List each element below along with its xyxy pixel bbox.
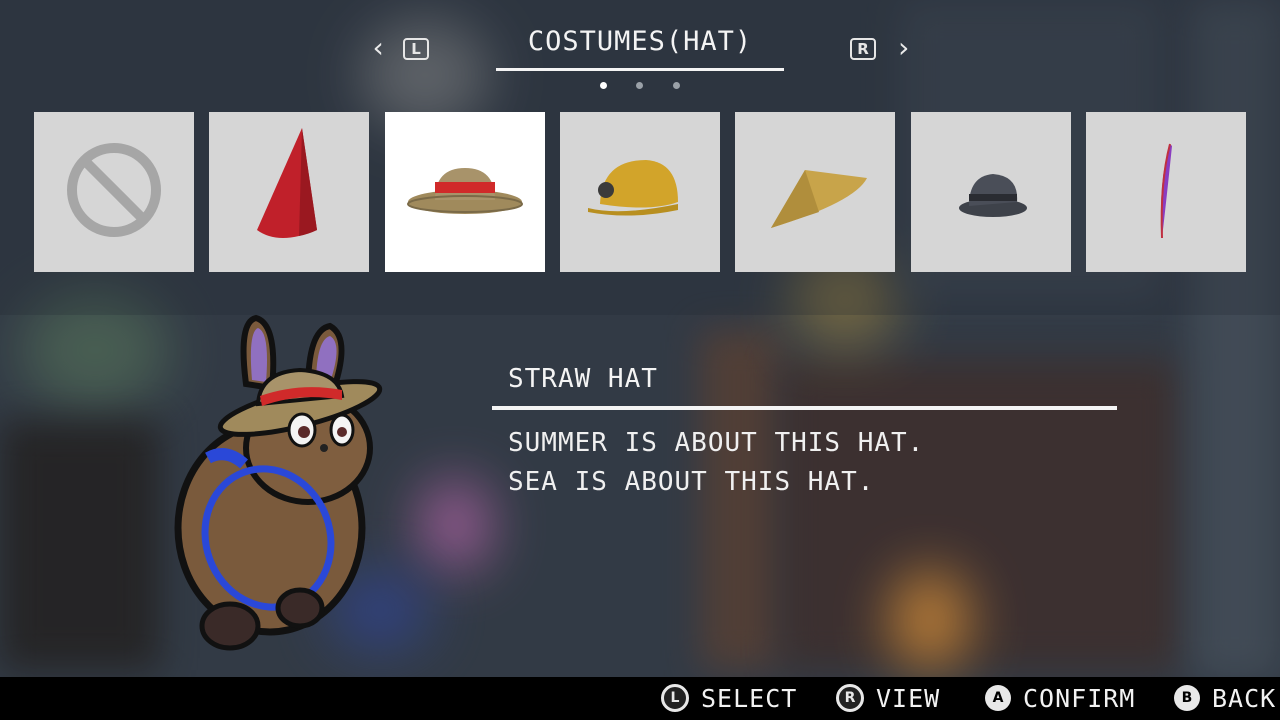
hint-confirm-label: CONFIRM bbox=[1023, 683, 1136, 713]
cone-hat-icon bbox=[257, 128, 317, 238]
mining-helmet-icon bbox=[588, 160, 678, 216]
item-none[interactable] bbox=[34, 112, 194, 272]
page-dot-1 bbox=[600, 82, 607, 89]
description-line-2: SEA IS ABOUT THIS HAT. bbox=[508, 467, 875, 497]
title-underline bbox=[496, 68, 784, 71]
item-feather[interactable] bbox=[1086, 112, 1246, 272]
l-button-icon: L bbox=[403, 38, 429, 60]
item-straw-hat[interactable] bbox=[385, 112, 545, 272]
hint-confirm[interactable]: A CONFIRM bbox=[985, 683, 1135, 713]
chevron-right-icon[interactable]: › bbox=[895, 34, 912, 62]
hint-view-label: VIEW bbox=[876, 683, 941, 713]
item-description: SUMMER IS ABOUT THIS HAT. SEA IS ABOUT T… bbox=[508, 424, 924, 502]
description-line-1: SUMMER IS ABOUT THIS HAT. bbox=[508, 428, 925, 458]
page-title: COSTUMES(HAT) bbox=[527, 26, 753, 57]
fedora-icon bbox=[959, 174, 1027, 217]
item-conical-straw-hat[interactable] bbox=[735, 112, 895, 272]
page-indicator bbox=[596, 82, 686, 92]
straw-hat-icon bbox=[407, 168, 523, 214]
hint-select[interactable]: L SELECT bbox=[661, 683, 797, 713]
hint-view[interactable]: R VIEW bbox=[836, 683, 940, 713]
page-dot-2 bbox=[636, 82, 643, 89]
item-cone-hat[interactable] bbox=[209, 112, 369, 272]
r-button-icon: R bbox=[850, 38, 876, 60]
chevron-left-icon[interactable]: ‹ bbox=[370, 34, 387, 62]
a-button-icon: A bbox=[985, 685, 1011, 711]
item-name-underline bbox=[492, 406, 1117, 410]
none-icon bbox=[67, 143, 161, 237]
left-stick-icon: L bbox=[661, 684, 689, 712]
item-fedora[interactable] bbox=[911, 112, 1071, 272]
hint-select-label: SELECT bbox=[701, 683, 798, 713]
item-mining-helmet[interactable] bbox=[560, 112, 720, 272]
b-button-icon: B bbox=[1174, 685, 1200, 711]
hint-back-label: BACK bbox=[1212, 683, 1277, 713]
hint-back[interactable]: B BACK bbox=[1174, 683, 1276, 713]
page-dot-3 bbox=[673, 82, 680, 89]
right-stick-icon: R bbox=[836, 684, 864, 712]
bunny-character bbox=[160, 308, 400, 658]
feather-icon bbox=[1160, 143, 1172, 239]
conical-straw-hat-icon bbox=[771, 170, 867, 228]
bunny-icon bbox=[174, 314, 383, 651]
costume-grid bbox=[34, 112, 1246, 272]
item-name: STRAW HAT bbox=[508, 364, 658, 394]
